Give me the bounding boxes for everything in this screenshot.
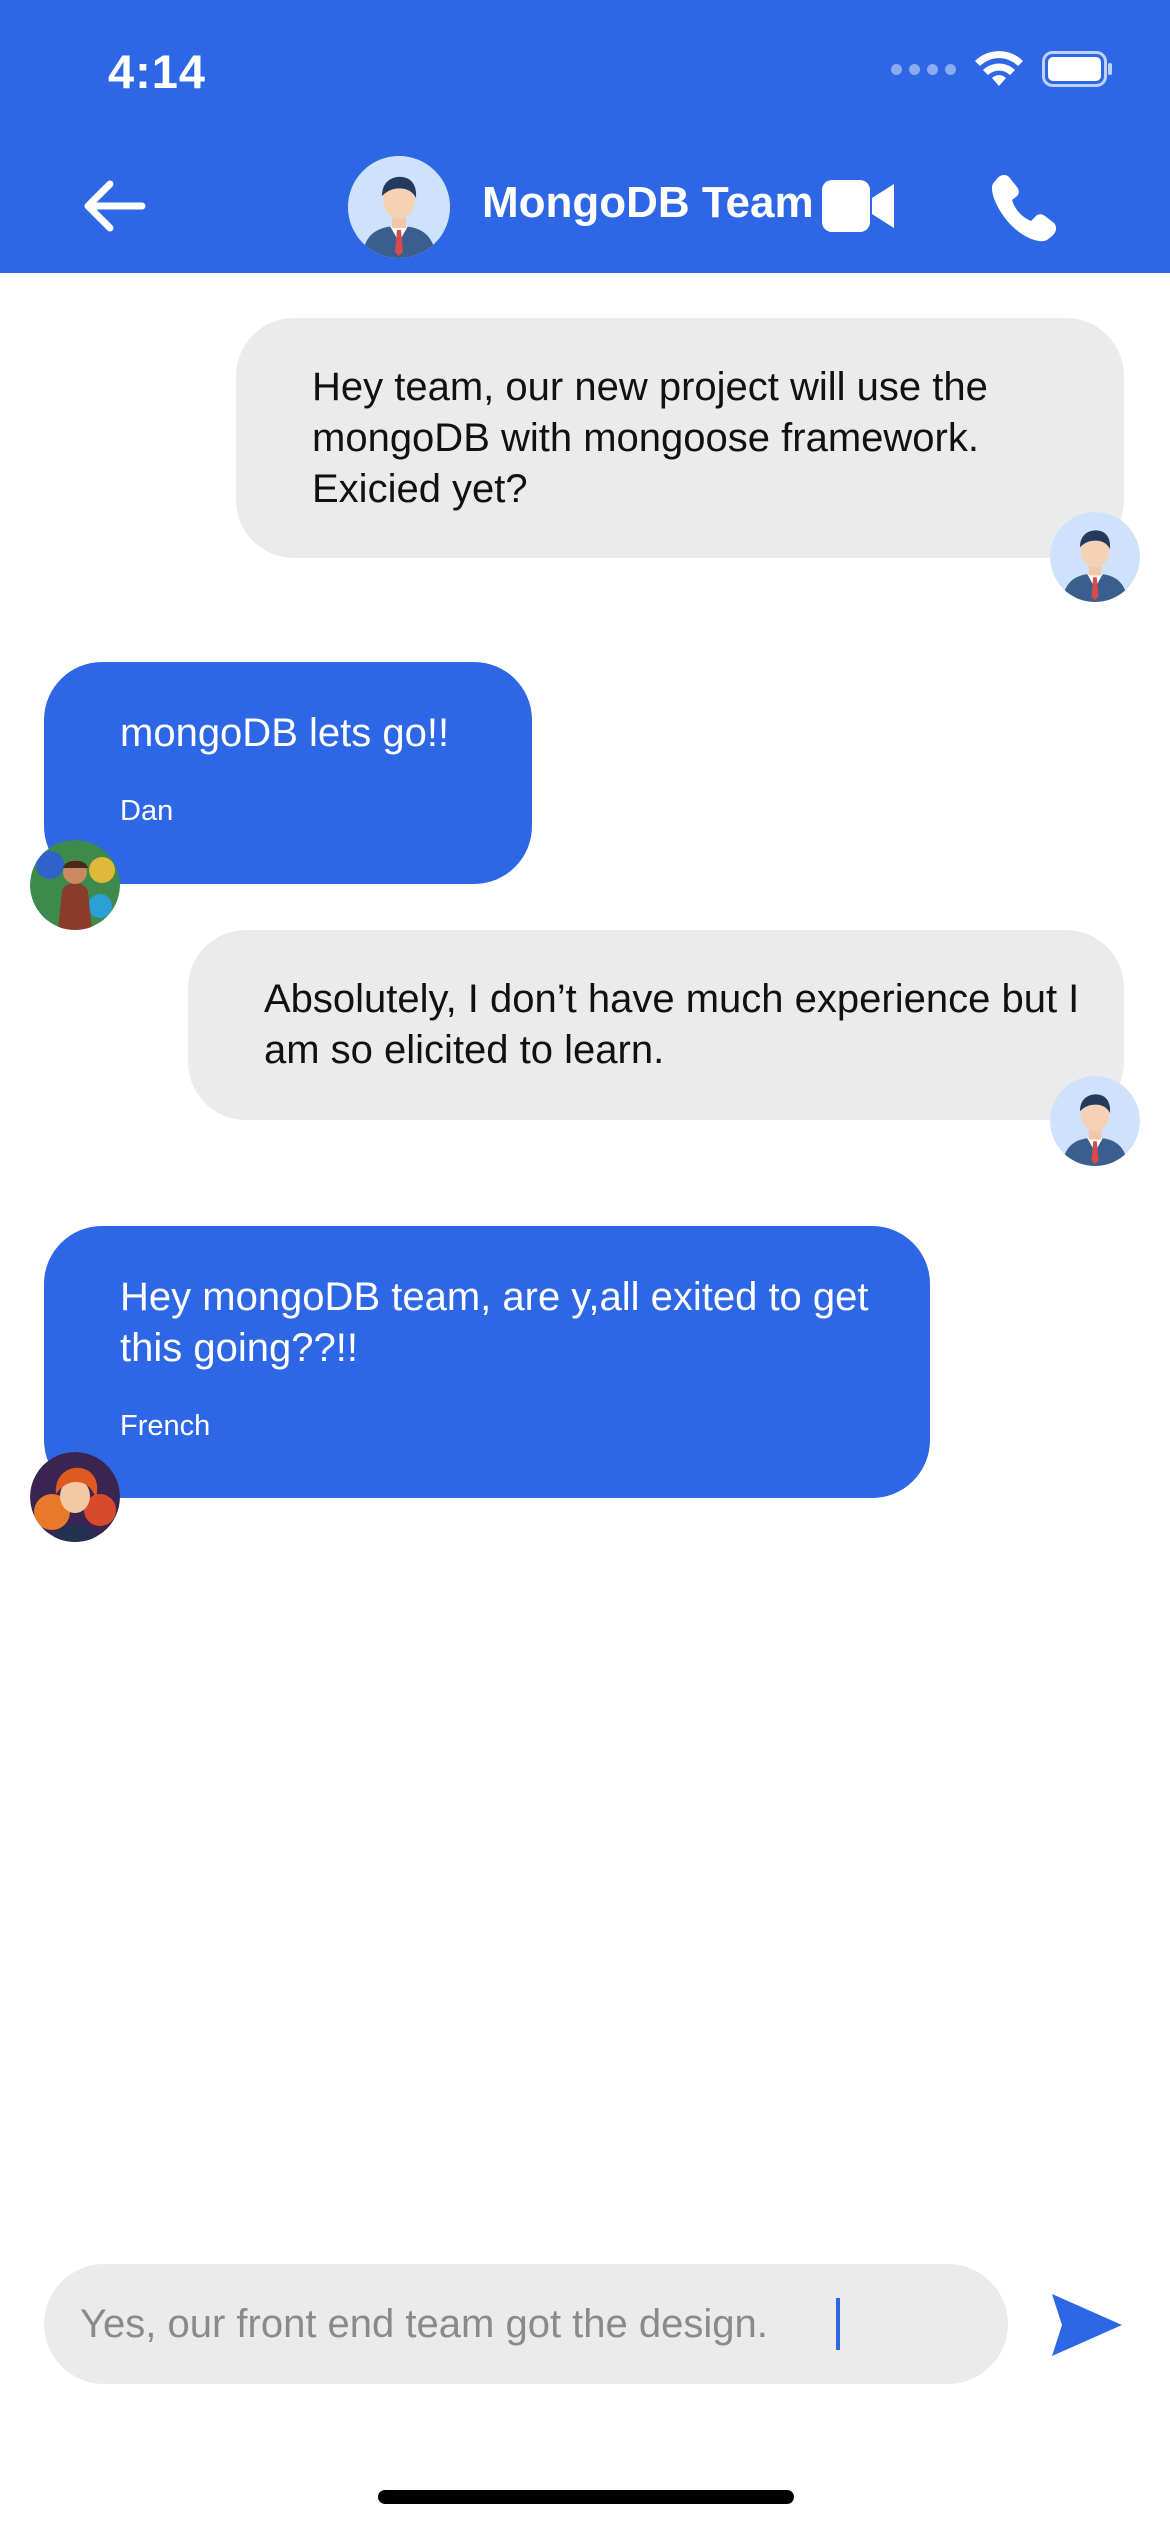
sender-name: French — [120, 1410, 211, 1442]
text-cursor — [836, 2298, 840, 2350]
phone-icon — [992, 175, 1057, 242]
chat-title[interactable]: MongoDB Team — [482, 178, 814, 228]
voice-call-button[interactable] — [990, 172, 1058, 242]
message-text: Absolutely, I don’t have much experience… — [264, 977, 1080, 1072]
message-bubble-incoming[interactable]: mongoDB lets go!! Dan — [44, 662, 532, 884]
message-text: mongoDB lets go!! — [120, 711, 450, 755]
message-composer — [44, 2264, 1008, 2384]
wifi-icon — [975, 51, 1023, 86]
send-icon — [1052, 2294, 1122, 2356]
message-text: Hey team, our new project will use the m… — [312, 365, 988, 511]
chat-header: 4:14 MongoDB Team — [0, 0, 1170, 273]
video-camera-icon — [822, 180, 894, 232]
sender-name: Dan — [120, 795, 174, 827]
message-text: Hey mongoDB team, are y,all exited to ge… — [120, 1275, 869, 1370]
message-bubble-outgoing[interactable]: Hey team, our new project will use the m… — [236, 318, 1124, 558]
back-button[interactable] — [78, 176, 150, 236]
arrow-left-icon — [84, 180, 146, 232]
message-bubble-outgoing[interactable]: Absolutely, I don’t have much experience… — [188, 930, 1124, 1120]
home-indicator[interactable] — [378, 2490, 794, 2504]
group-avatar[interactable] — [348, 156, 450, 258]
message-input[interactable] — [80, 2301, 840, 2347]
send-button[interactable] — [1050, 2290, 1124, 2360]
battery-icon — [1042, 51, 1112, 87]
sender-avatar-dan — [30, 840, 120, 930]
message-bubble-incoming[interactable]: Hey mongoDB team, are y,all exited to ge… — [44, 1226, 930, 1498]
sender-avatar-french — [30, 1452, 120, 1542]
user-avatar — [1050, 1076, 1140, 1166]
video-call-button[interactable] — [822, 178, 894, 234]
user-avatar — [1050, 512, 1140, 602]
status-time: 4:14 — [108, 45, 207, 98]
status-indicators — [891, 50, 1114, 88]
signal-icon — [891, 63, 956, 75]
